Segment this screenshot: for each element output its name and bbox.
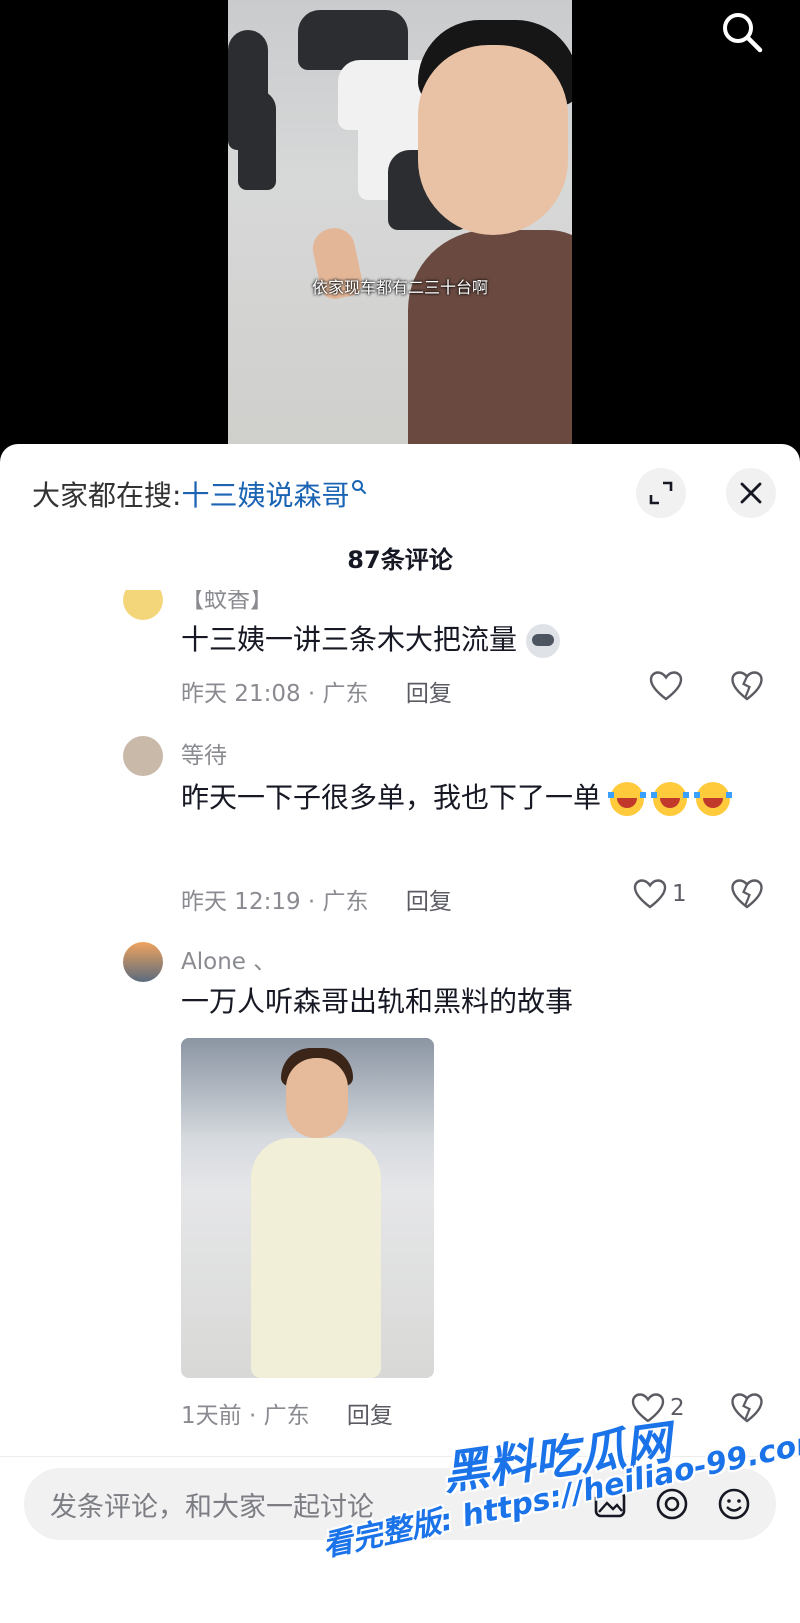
close-button[interactable]	[726, 468, 776, 518]
comment-text-body: 十三姨一讲三条木大把流量	[181, 623, 518, 656]
dislike-button[interactable]	[730, 878, 764, 914]
emoji-button[interactable]	[714, 1484, 754, 1524]
search-icon	[723, 13, 763, 53]
comment-item: 【蚊香】 十三姨一讲三条木大把流量 昨天 21:08 · 广东 回复	[0, 590, 800, 714]
comment-meta: 昨天 12:19 · 广东 回复	[181, 882, 452, 916]
expand-button[interactable]	[636, 468, 686, 518]
heart-icon	[649, 671, 683, 701]
laugh-cry-emoji	[650, 782, 689, 816]
broken-heart-icon	[731, 671, 763, 701]
person-head	[418, 45, 568, 235]
comment-time-location: 昨天 21:08 · 广东	[181, 681, 369, 707]
heart-icon	[633, 879, 667, 909]
avatar[interactable]	[123, 736, 163, 776]
like-count: 2	[670, 1395, 685, 1421]
comment-meta: 1天前 · 广东 回复	[181, 1396, 393, 1430]
reply-button[interactable]: 回复	[406, 889, 452, 915]
like-button[interactable]: 1	[632, 878, 687, 910]
comment-text: 昨天一下子很多单，我也下了一单	[181, 774, 741, 822]
car-shape	[238, 90, 276, 190]
avatar[interactable]	[123, 590, 163, 620]
avatar[interactable]	[123, 942, 163, 982]
comment-time-location: 1天前 · 广东	[181, 1403, 310, 1429]
search-button[interactable]	[714, 4, 770, 60]
comment-username[interactable]: Alone 、	[181, 942, 276, 976]
like-count: 1	[672, 881, 687, 907]
emoji-icon	[718, 1488, 750, 1520]
image-person-body	[251, 1138, 381, 1378]
suggestion-prefix: 大家都在搜:	[32, 479, 182, 512]
comment-list[interactable]: 【蚊香】 十三姨一讲三条木大把流量 昨天 21:08 · 广东 回复 等待 昨天…	[0, 590, 800, 1448]
comment-item: Alone 、 一万人听森哥出轨和黑料的故事 1天前 · 广东 回复 2	[0, 926, 800, 1446]
comment-username[interactable]: 【蚊香】	[181, 590, 273, 614]
laugh-cry-emoji	[607, 782, 646, 816]
search-suggestion[interactable]: 大家都在搜: 十三姨说森哥	[32, 474, 367, 514]
broken-heart-icon	[731, 879, 763, 909]
person-shirt	[408, 230, 572, 448]
suggestion-term[interactable]: 十三姨说森哥	[181, 474, 349, 514]
comment-count-title: 87条评论	[347, 546, 453, 574]
dislike-button[interactable]	[730, 670, 764, 706]
expand-icon	[649, 481, 673, 505]
video-caption: 依家现车都有二三十台啊	[311, 278, 488, 297]
video-player[interactable]: 依家现车都有二三十台啊	[0, 0, 800, 448]
video-frame[interactable]: 依家现车都有二三十台啊	[228, 0, 572, 448]
reply-button[interactable]: 回复	[347, 1403, 393, 1429]
comment-time-location: 昨天 12:19 · 广东	[181, 889, 369, 915]
fox-emoji	[525, 624, 560, 658]
broken-heart-icon	[731, 1393, 763, 1423]
like-button[interactable]	[648, 670, 688, 702]
comment-image[interactable]	[181, 1038, 434, 1378]
comment-text: 十三姨一讲三条木大把流量	[181, 616, 741, 664]
comment-item: 等待 昨天一下子很多单，我也下了一单 昨天 12:19 · 广东 回复 1	[0, 720, 800, 930]
comment-meta: 昨天 21:08 · 广东 回复	[181, 674, 452, 708]
comment-username[interactable]: 等待	[181, 736, 227, 770]
image-person-head	[286, 1058, 348, 1138]
comment-text: 一万人听森哥出轨和黑料的故事	[181, 985, 574, 1018]
comment-text-body: 昨天一下子很多单，我也下了一单	[181, 781, 602, 814]
search-icon	[352, 480, 367, 494]
laugh-cry-emoji	[693, 782, 732, 816]
dislike-button[interactable]	[730, 1392, 764, 1428]
reply-button[interactable]: 回复	[406, 681, 452, 707]
close-icon	[740, 482, 762, 504]
